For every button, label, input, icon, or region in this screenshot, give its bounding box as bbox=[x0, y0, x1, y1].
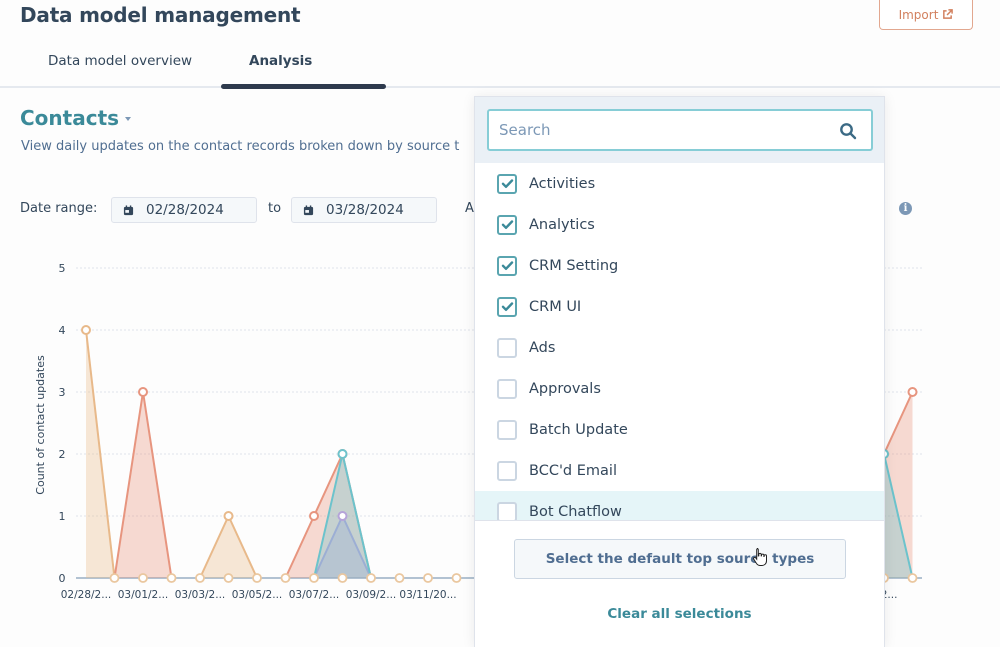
source-type-dropdown: Activities Analytics CRM Setting CRM UI Ads A… bbox=[474, 96, 885, 647]
tab-data-model-overview[interactable]: Data model overview bbox=[48, 53, 192, 69]
data-point bbox=[337, 511, 348, 521]
source-type-option[interactable]: BCC'd Email bbox=[475, 450, 884, 491]
source-type-option-label: Batch Update bbox=[529, 421, 628, 438]
data-point bbox=[252, 573, 262, 583]
data-point bbox=[138, 387, 148, 397]
checkmark-icon bbox=[501, 179, 513, 188]
checkbox-checked[interactable] bbox=[497, 173, 517, 194]
object-selector-label: Contacts bbox=[20, 106, 120, 130]
data-point bbox=[138, 573, 148, 583]
select-default-sources-button[interactable]: Select the default top source types bbox=[514, 539, 846, 579]
start-date-input[interactable]: 02/28/2024 bbox=[111, 197, 257, 223]
x-tick-label: 03/11/20... bbox=[399, 589, 456, 601]
checkbox-unchecked[interactable] bbox=[497, 337, 517, 358]
data-point bbox=[109, 573, 120, 583]
external-link-icon bbox=[943, 9, 954, 19]
source-type-option-label: Activities bbox=[529, 175, 596, 192]
calendar-icon bbox=[123, 204, 134, 215]
checkbox-unchecked[interactable] bbox=[497, 419, 517, 440]
y-tick-label: 3 bbox=[59, 386, 66, 399]
source-type-option-label: Approvals bbox=[529, 380, 601, 397]
source-type-option-label: BCC'd Email bbox=[529, 462, 617, 479]
source-type-option[interactable]: Analytics bbox=[475, 204, 884, 245]
checkmark-icon bbox=[501, 302, 513, 311]
section-description: View daily updates on the contact record… bbox=[21, 139, 460, 154]
y-tick-label: 0 bbox=[59, 572, 66, 585]
source-type-option[interactable]: CRM Setting bbox=[475, 245, 884, 286]
hand-pointer-cursor-icon bbox=[753, 548, 767, 566]
checkbox-checked[interactable] bbox=[497, 296, 517, 317]
truncated-filter-label: A bbox=[465, 201, 474, 216]
tab-analysis[interactable]: Analysis bbox=[249, 53, 312, 69]
search-container bbox=[475, 97, 884, 163]
source-type-option[interactable]: CRM UI bbox=[475, 286, 884, 327]
checkbox-checked[interactable] bbox=[497, 255, 517, 276]
data-point bbox=[423, 573, 433, 583]
end-date-value: 03/28/2024 bbox=[326, 202, 404, 218]
x-tick-label: 03/09/2... bbox=[346, 589, 397, 601]
source-type-option-label: Analytics bbox=[529, 216, 595, 233]
source-type-list[interactable]: Activities Analytics CRM Setting CRM UI Ads A… bbox=[475, 163, 884, 521]
start-date-value: 02/28/2024 bbox=[146, 202, 224, 218]
source-type-option[interactable]: Batch Update bbox=[475, 409, 884, 450]
data-point bbox=[309, 573, 319, 583]
data-point bbox=[907, 387, 918, 397]
date-to-label: to bbox=[268, 201, 282, 216]
checkbox-unchecked[interactable] bbox=[497, 460, 517, 481]
checkbox-checked[interactable] bbox=[497, 214, 517, 235]
page-title: Data model management bbox=[20, 3, 301, 27]
data-point bbox=[451, 573, 462, 583]
y-axis-label: Count of contact updates bbox=[34, 355, 47, 495]
caret-down-icon bbox=[125, 117, 132, 121]
source-type-option[interactable]: Ads bbox=[475, 327, 884, 368]
date-range-label: Date range: bbox=[20, 201, 98, 216]
tab-bar: Data model overview Analysis bbox=[0, 40, 1000, 89]
data-point bbox=[195, 573, 205, 583]
y-tick-label: 1 bbox=[59, 510, 66, 523]
active-tab-indicator bbox=[221, 84, 386, 89]
source-type-option-label: CRM Setting bbox=[529, 257, 619, 274]
search-input[interactable] bbox=[499, 121, 819, 139]
clear-all-selections-link[interactable]: Clear all selections bbox=[475, 606, 884, 622]
data-point bbox=[223, 573, 234, 583]
data-point bbox=[394, 573, 405, 583]
end-date-input[interactable]: 03/28/2024 bbox=[291, 197, 437, 223]
import-label: Import bbox=[898, 7, 939, 22]
x-tick-label: 02/28/2... bbox=[61, 589, 112, 601]
source-type-option[interactable]: Bot Chatflow bbox=[475, 491, 884, 520]
data-point bbox=[907, 573, 918, 583]
checkbox-unchecked[interactable] bbox=[497, 378, 517, 399]
x-tick-label: 03/05/2... bbox=[232, 589, 283, 601]
source-type-option-label: CRM UI bbox=[529, 298, 582, 315]
data-point bbox=[166, 573, 177, 583]
calendar-icon bbox=[303, 204, 314, 215]
data-point bbox=[337, 449, 348, 459]
import-button[interactable]: Import bbox=[879, 0, 973, 30]
source-type-option-label: Ads bbox=[529, 339, 556, 356]
data-point bbox=[280, 573, 291, 583]
x-tick-label: 03/07/2... bbox=[289, 589, 340, 601]
y-tick-label: 2 bbox=[59, 448, 66, 461]
y-tick-label: 4 bbox=[59, 324, 66, 337]
source-type-option[interactable]: Activities bbox=[475, 163, 884, 204]
checkmark-icon bbox=[501, 261, 513, 270]
x-tick-label: 03/03/2... bbox=[175, 589, 226, 601]
data-point bbox=[337, 573, 348, 583]
info-icon[interactable]: i bbox=[899, 202, 912, 215]
data-point bbox=[81, 325, 91, 335]
checkbox-unchecked[interactable] bbox=[497, 501, 517, 520]
search-field[interactable] bbox=[487, 109, 873, 151]
x-tick-label: 03/01/2... bbox=[118, 589, 169, 601]
y-tick-label: 5 bbox=[59, 262, 66, 275]
data-point bbox=[223, 511, 234, 521]
search-icon[interactable] bbox=[839, 122, 857, 140]
checkmark-icon bbox=[501, 220, 513, 229]
series-area-analytics bbox=[86, 392, 485, 578]
object-selector[interactable]: Contacts bbox=[20, 106, 132, 130]
data-point bbox=[309, 511, 319, 521]
data-point bbox=[366, 573, 376, 583]
source-type-option[interactable]: Approvals bbox=[475, 368, 884, 409]
source-type-option-label: Bot Chatflow bbox=[529, 503, 622, 520]
